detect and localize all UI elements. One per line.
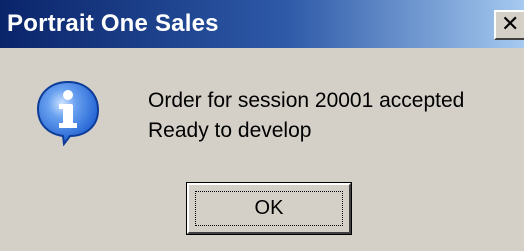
close-icon: ✕ — [501, 12, 520, 37]
message-line-1: Order for session 20001 accepted — [148, 89, 465, 112]
info-icon — [36, 80, 100, 146]
message-dialog: Portrait One Sales ✕ Order for session 2… — [0, 0, 524, 251]
close-button[interactable]: ✕ — [494, 10, 524, 40]
message-text: Order for session 20001 accepted Ready t… — [148, 86, 464, 146]
title-bar[interactable]: Portrait One Sales ✕ — [0, 0, 524, 48]
ok-button[interactable]: OK — [187, 183, 351, 234]
ok-button-label: OK — [254, 197, 284, 219]
window-title: Portrait One Sales — [7, 10, 219, 37]
message-line-2: Ready to develop — [148, 119, 312, 142]
